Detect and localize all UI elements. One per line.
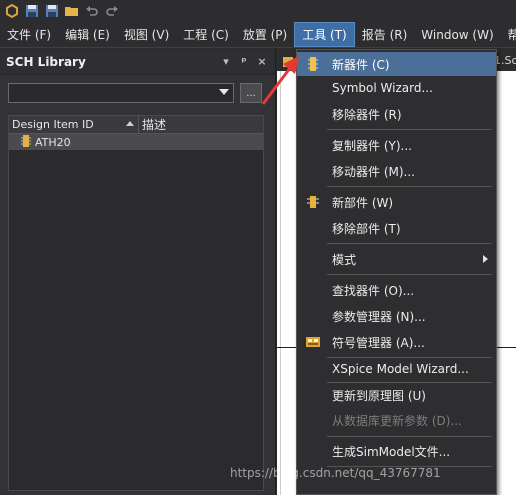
menu-separator [327,186,492,187]
sort-asc-icon [126,121,134,126]
menu-item-new-component[interactable]: 新器件 (C) [297,52,496,76]
chevron-down-icon[interactable] [219,89,230,95]
menu-separator [327,274,492,275]
menu-item-label: 模式 [332,252,357,267]
menu-separator [327,129,492,130]
menu-item-label: 移除部件 (T) [332,221,401,236]
component-icon [21,134,31,150]
quick-access-toolbar [0,0,516,22]
symbol-manager-icon [306,335,320,349]
menu-item-xspice-model-wizard[interactable]: XSpice Model Wizard... [297,357,496,381]
submenu-arrow-icon [483,255,488,263]
save-icon[interactable] [24,3,40,19]
menu-item-generate-simmodel[interactable]: 生成SimModel文件... [297,439,496,463]
menu-item-label: 移动器件 (M)... [332,164,415,179]
open-folder-icon[interactable] [64,3,80,19]
app-logo-icon[interactable] [4,3,20,19]
document-tab-label[interactable]: 1.Sc [494,54,516,67]
sch-library-panel: SCH Library ▾ ᵖ × ... Design Item ID 描述 … [0,49,276,495]
menu-item-label: 新器件 (C) [332,57,390,72]
column-design-item-id[interactable]: Design Item ID [9,116,139,133]
menu-item-label: 移除器件 (R) [332,107,402,122]
menu-item-label: Symbol Wizard... [332,81,433,95]
table-header: Design Item ID 描述 [9,116,263,134]
component-icon [306,57,320,71]
panel-title: SCH Library [6,54,86,69]
menu-item-label: 生成SimModel文件... [332,444,451,459]
menu-item-label: 参数管理器 (N)... [332,309,426,324]
redo-icon[interactable] [104,3,120,19]
annotation-arrow-icon [261,56,299,105]
menu-item-label: 复制器件 (Y)... [332,138,412,153]
component-table: Design Item ID 描述 ATH20 [8,115,264,491]
menu-project[interactable]: 工程 (C) [176,22,236,47]
menu-item-mode[interactable]: 模式 [297,247,496,271]
column-description[interactable]: 描述 [139,116,263,133]
menu-item-symbol-wizard[interactable]: Symbol Wizard... [297,76,496,100]
menu-place[interactable]: 放置 (P) [236,22,294,47]
sheet-border [280,69,281,495]
menu-item-label: 更新到原理图 (U) [332,388,426,403]
menu-item-label: 从数据库更新参数 (D)... [332,413,462,428]
menu-item-move-component[interactable]: 移动器件 (M)... [297,159,496,183]
pin-icon[interactable]: ᵖ [237,55,251,68]
menu-item-new-part[interactable]: 新部件 (W) [297,190,496,214]
menu-item-label: 符号管理器 (A)... [332,335,425,350]
column-label: Design Item ID [12,118,94,131]
menu-item-update-schematics[interactable]: 更新到原理图 (U) [297,383,496,407]
save-all-icon[interactable] [44,3,60,19]
panel-menu-button[interactable]: ▾ [219,55,233,68]
menu-item-label: 新部件 (W) [332,195,394,210]
menu-item-label: 查找器件 (O)... [332,283,415,298]
menu-item-find-component[interactable]: 查找器件 (O)... [297,278,496,302]
filter-row: ... [8,83,262,105]
menu-file[interactable]: 文件 (F) [0,22,58,47]
menu-view[interactable]: 视图 (V) [117,22,176,47]
panel-header: SCH Library ▾ ᵖ × [0,49,275,75]
design-item-id: ATH20 [35,135,71,149]
undo-icon[interactable] [84,3,100,19]
menu-item-copy-component[interactable]: 复制器件 (Y)... [297,133,496,157]
menu-window[interactable]: Window (W) [414,22,500,47]
menu-item-update-from-database: 从数据库更新参数 (D)... [297,408,496,432]
part-icon [306,195,320,209]
menu-tools[interactable]: 工具 (T) [294,22,355,47]
menu-item-remove-part[interactable]: 移除部件 (T) [297,216,496,240]
library-filter-combo[interactable] [8,83,235,103]
menu-item-parameter-manager[interactable]: 参数管理器 (N)... [297,304,496,328]
menu-bar: 文件 (F) 编辑 (E) 视图 (V) 工程 (C) 放置 (P) 工具 (T… [0,22,516,48]
tools-menu: 新器件 (C) Symbol Wizard... 移除器件 (R) 复制器件 (… [296,49,497,495]
menu-item-label: XSpice Model Wizard... [332,362,469,376]
menu-help[interactable]: 帮 [501,22,516,47]
table-row[interactable]: ATH20 [9,134,263,150]
menu-reports[interactable]: 报告 (R) [355,22,415,47]
menu-separator [327,436,492,437]
menu-item-symbol-manager[interactable]: 符号管理器 (A)... [297,330,496,354]
menu-item-remove-component[interactable]: 移除器件 (R) [297,102,496,126]
menu-edit[interactable]: 编辑 (E) [58,22,117,47]
menu-separator [327,243,492,244]
watermark: https://blog.csdn.net/qq_43767781 [230,466,441,480]
